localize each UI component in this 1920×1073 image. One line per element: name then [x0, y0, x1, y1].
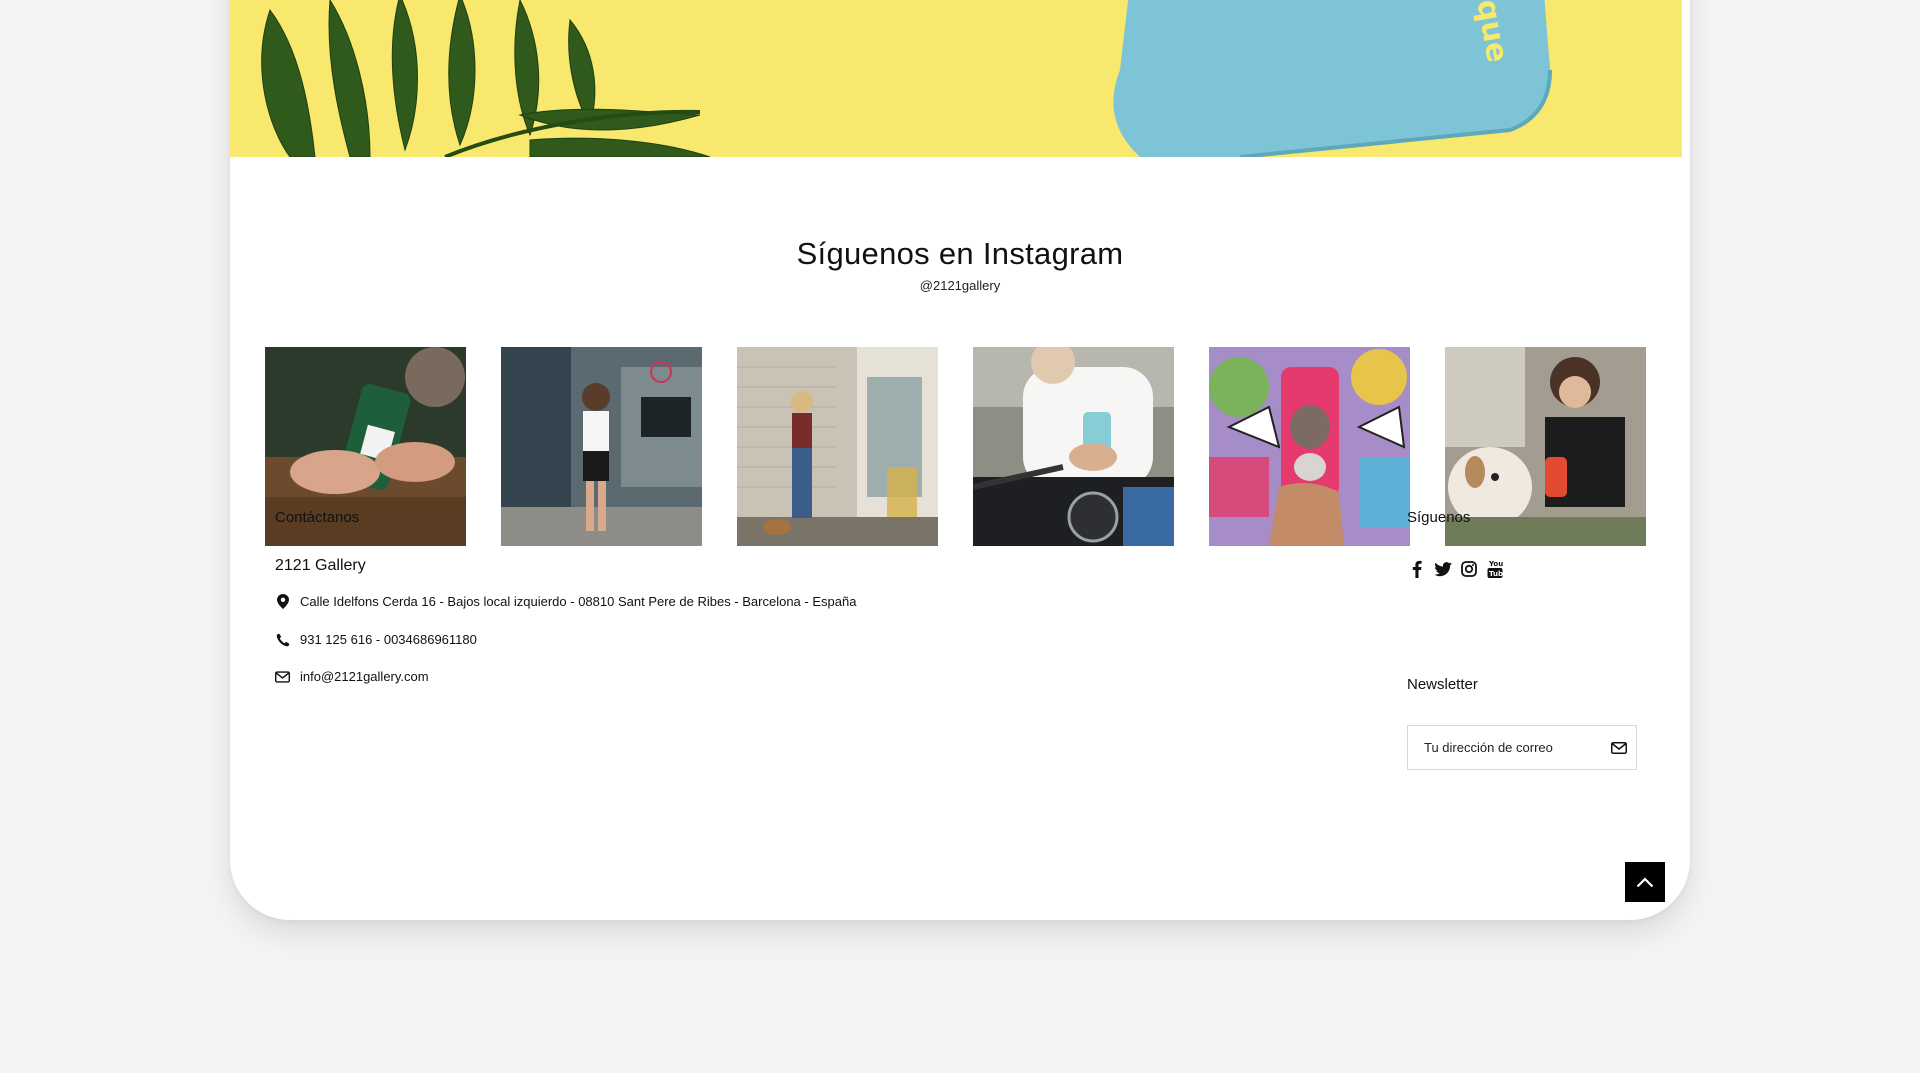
phone-line: 931 125 616 - 0034686961180	[275, 632, 477, 647]
envelope-icon	[1611, 741, 1627, 754]
instagram-icon[interactable]	[1459, 559, 1479, 579]
instagram-photo-2[interactable]	[501, 347, 702, 546]
map-pin-icon	[275, 594, 290, 609]
instagram-photo-5[interactable]	[1209, 347, 1410, 546]
instagram-photo-3[interactable]	[737, 347, 938, 546]
newsletter-email-input[interactable]	[1422, 739, 1602, 756]
newsletter-submit-button[interactable]	[1602, 726, 1636, 769]
hero-banner: blique	[230, 0, 1682, 157]
newsletter-heading: Newsletter	[1407, 676, 1478, 693]
address-line: Calle Idelfons Cerda 16 - Bajos local iz…	[275, 594, 856, 609]
brand-name: 2121 Gallery	[275, 557, 366, 574]
phone-text: 931 125 616 - 0034686961180	[300, 632, 477, 647]
instagram-section-title: Síguenos en Instagram	[796, 236, 1124, 271]
email-link[interactable]: info@2121gallery.com	[300, 669, 429, 684]
envelope-icon	[275, 669, 290, 684]
svg-text:Tube: Tube	[1489, 570, 1503, 578]
newsletter-form	[1407, 725, 1637, 770]
youtube-icon[interactable]: You Tube	[1485, 559, 1505, 579]
instagram-photo-6[interactable]	[1445, 347, 1646, 546]
instagram-handle-link[interactable]: @2121gallery	[230, 278, 1690, 293]
back-to-top-button[interactable]	[1625, 862, 1665, 902]
email-line: info@2121gallery.com	[275, 669, 429, 684]
instagram-photo-4[interactable]	[973, 347, 1174, 546]
facebook-icon[interactable]	[1407, 559, 1427, 579]
follow-heading: Síguenos	[1407, 509, 1471, 526]
svg-text:You: You	[1488, 560, 1503, 568]
phone-icon	[275, 632, 290, 647]
contact-heading: Contáctanos	[275, 509, 360, 526]
address-text: Calle Idelfons Cerda 16 - Bajos local iz…	[300, 594, 857, 609]
twitter-icon[interactable]	[1433, 559, 1453, 579]
chevron-up-icon	[1636, 876, 1654, 888]
social-links: You Tube	[1407, 559, 1505, 579]
browser-viewport: blique Síguenos en Instagram @2121galler…	[230, 0, 1690, 920]
